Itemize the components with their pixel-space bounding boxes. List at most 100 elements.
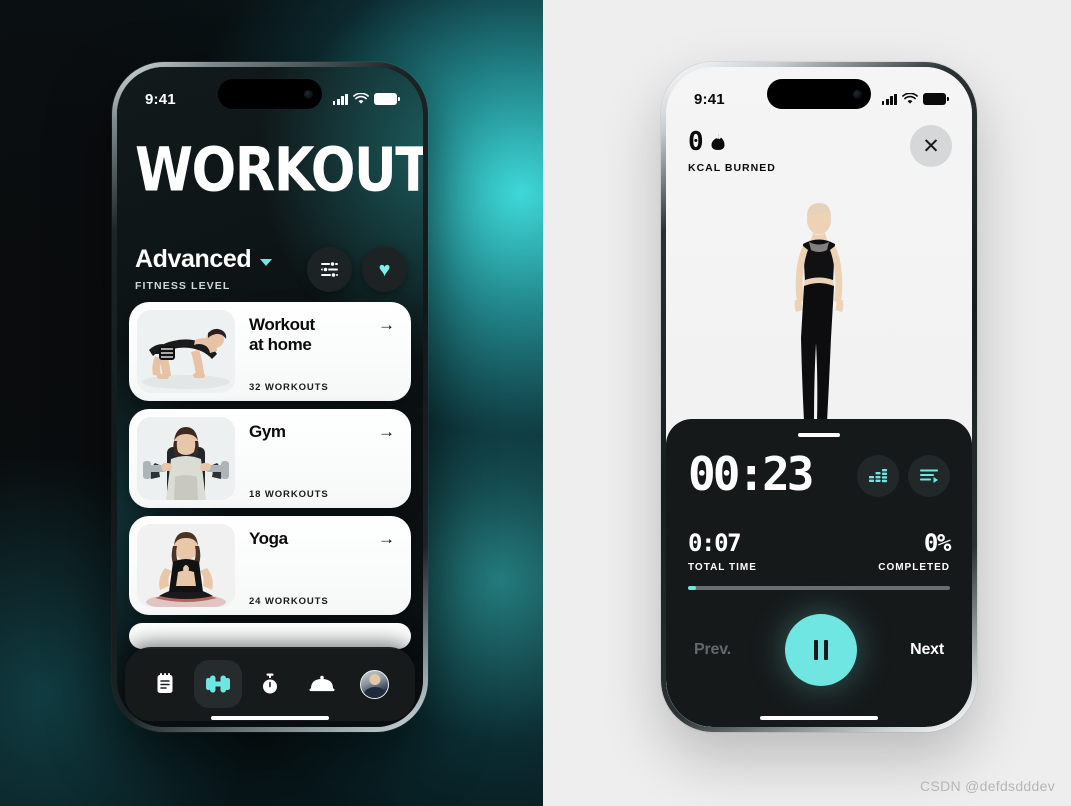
- pause-icon-bar-left: [813, 639, 818, 660]
- session-stats: 0:07 TOTAL TIME 0% COMPLETED: [688, 529, 952, 573]
- list-item-body: Gym 18 WORKOUTS: [235, 417, 397, 500]
- status-indicators: [332, 93, 400, 105]
- stats-button[interactable]: [857, 455, 899, 497]
- list-play-icon: [919, 469, 939, 483]
- tab-profile[interactable]: [351, 660, 399, 708]
- close-icon: ✕: [922, 134, 940, 158]
- total-time-value: 0:07: [688, 529, 742, 557]
- dynamic-island: [767, 79, 871, 109]
- prev-button[interactable]: Prev.: [694, 641, 731, 659]
- wifi-icon: [353, 93, 369, 104]
- avatar-icon: [360, 669, 390, 699]
- plank-figure-illustration: [137, 310, 235, 393]
- progress-fill: [688, 586, 696, 590]
- list-item-body: Workout at home 32 WORKOUTS: [235, 310, 397, 393]
- playback-controls: Prev. Next: [688, 613, 950, 686]
- list-item-count: 32 WORKOUTS: [249, 382, 329, 393]
- home-indicator[interactable]: [760, 715, 878, 720]
- timer-row: 00:23: [688, 451, 950, 497]
- signal-bars-icon: [881, 93, 897, 105]
- notebook-icon: [157, 673, 173, 693]
- page-title: WORKOUT: [135, 135, 423, 206]
- chest-press-machine-photo: [137, 417, 235, 500]
- kcal-value: 0: [688, 127, 704, 157]
- tab-workout[interactable]: [193, 660, 242, 708]
- completed-value: 0%: [923, 529, 952, 557]
- exercise-timer: 00:23: [688, 447, 814, 501]
- list-item-title: Gym: [249, 422, 286, 441]
- yoga-meditation-photo: [137, 524, 235, 607]
- list-item-body: Yoga 24 WORKOUTS: [235, 524, 397, 607]
- list-item[interactable]: Gym 18 WORKOUTS →: [129, 409, 411, 508]
- right-phone-frame: 9:41 0 KCAL BURNED ✕ 00:23 0:07 TOTAL TI…: [661, 62, 977, 732]
- total-time-stat: 0:07 TOTAL TIME: [688, 531, 757, 573]
- list-item-partial[interactable]: [129, 623, 411, 649]
- completed-stat: 0% COMPLETED: [878, 529, 952, 573]
- heart-icon: ♥: [378, 258, 391, 281]
- food-cloche-icon: [309, 675, 335, 692]
- kcal-burned-stat: 0 KCAL BURNED: [688, 129, 776, 174]
- plank-exercise-photo: [137, 310, 235, 393]
- home-indicator[interactable]: [211, 715, 329, 720]
- list-item[interactable]: Workout at home 32 WORKOUTS →: [129, 302, 411, 401]
- list-item-count: 24 WORKOUTS: [249, 596, 329, 607]
- right-showcase-panel: 9:41 0 KCAL BURNED ✕ 00:23 0:07 TOTAL TI…: [543, 0, 1071, 806]
- front-camera-icon: [304, 89, 313, 99]
- tab-timer[interactable]: [246, 660, 294, 708]
- fitness-level-row: Advanced FITNESS LEVEL ♥: [135, 245, 407, 292]
- battery-full-icon: [923, 93, 949, 105]
- standing-woman-on-mat-photo: [794, 203, 844, 449]
- list-item-count: 18 WORKOUTS: [249, 489, 329, 500]
- workout-control-sheet: 00:23 0:07 TOTAL TIME 0% COMPLETED Prev.…: [666, 419, 972, 727]
- mockup-stage: 9:41 WORKOUT Advanced FITNESS LEVEL ♥ Wo…: [0, 0, 1071, 806]
- total-time-label: TOTAL TIME: [688, 562, 757, 573]
- list-item[interactable]: Yoga 24 WORKOUTS →: [129, 516, 411, 615]
- list-item-title-line1: Workout: [249, 315, 315, 334]
- tab-nutrition[interactable]: [298, 660, 346, 708]
- favorites-button[interactable]: ♥: [362, 247, 407, 292]
- pause-icon-bar-right: [823, 639, 828, 660]
- fitness-level-label: FITNESS LEVEL: [135, 280, 231, 292]
- status-time: 9:41: [145, 90, 176, 108]
- list-item-title-line2: at home: [249, 335, 312, 355]
- next-button[interactable]: Next: [910, 641, 944, 659]
- left-phone-screen: 9:41 WORKOUT Advanced FITNESS LEVEL ♥ Wo…: [117, 67, 423, 727]
- sheet-action-buttons: [857, 455, 950, 497]
- right-phone-screen: 9:41 0 KCAL BURNED ✕ 00:23 0:07 TOTAL TI…: [666, 67, 972, 727]
- front-camera-icon: [853, 89, 862, 99]
- dynamic-island: [218, 79, 322, 109]
- arrow-right-icon[interactable]: →: [378, 316, 395, 333]
- signal-bars-icon: [332, 93, 348, 105]
- watermark: CSDN @defdsdddev: [920, 778, 1055, 794]
- status-indicators: [881, 93, 949, 105]
- arrow-right-icon[interactable]: →: [378, 530, 395, 547]
- kcal-value-row: 0: [688, 129, 776, 155]
- flame-icon: [711, 133, 725, 150]
- equalizer-icon: [869, 469, 887, 483]
- bottom-tab-bar: [125, 647, 415, 721]
- yoga-figure-illustration: [137, 524, 235, 607]
- list-item-title: Workout at home: [249, 315, 397, 355]
- wifi-icon: [902, 93, 918, 104]
- fitness-level-value-row: Advanced: [135, 245, 273, 274]
- gym-figure-illustration: [137, 417, 235, 500]
- fitness-level-selector[interactable]: Advanced FITNESS LEVEL: [135, 245, 273, 292]
- arrow-right-icon[interactable]: →: [378, 423, 395, 440]
- status-time: 9:41: [694, 90, 725, 108]
- completed-label: COMPLETED: [878, 562, 950, 573]
- list-item-title: Yoga: [249, 529, 288, 548]
- stopwatch-icon: [262, 673, 277, 694]
- kcal-label: KCAL BURNED: [688, 162, 776, 174]
- left-showcase-panel: 9:41 WORKOUT Advanced FITNESS LEVEL ♥ Wo…: [0, 0, 543, 806]
- tab-plan[interactable]: [141, 660, 189, 708]
- progress-bar[interactable]: [688, 586, 950, 590]
- play-pause-button[interactable]: [784, 613, 857, 686]
- playlist-button[interactable]: [908, 455, 950, 497]
- header-actions: ♥: [307, 247, 407, 292]
- drag-handle[interactable]: [798, 433, 840, 437]
- filter-button[interactable]: [307, 247, 352, 292]
- chevron-down-icon[interactable]: [260, 258, 273, 266]
- close-button[interactable]: ✕: [910, 125, 952, 167]
- left-phone-frame: 9:41 WORKOUT Advanced FITNESS LEVEL ♥ Wo…: [112, 62, 428, 732]
- dumbbell-icon: [205, 675, 230, 693]
